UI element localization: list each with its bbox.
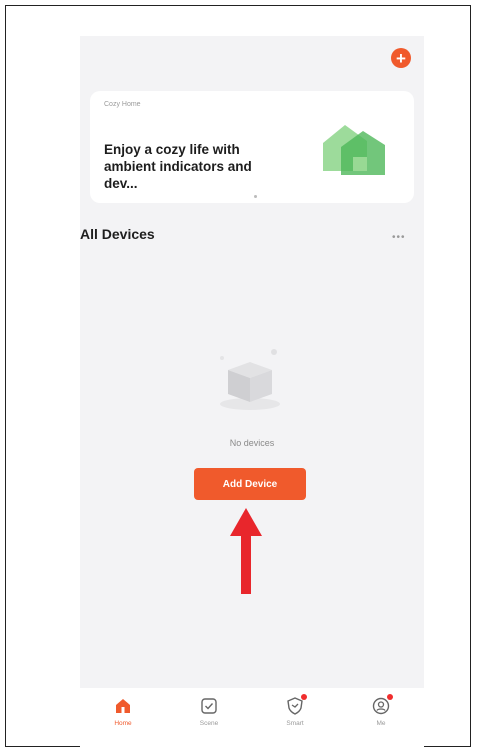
tab-label: Me: [376, 720, 386, 727]
tab-label: Smart: [286, 720, 304, 727]
screenshot-frame: + Cozy Home Enjoy a cozy life with ambie…: [5, 5, 471, 748]
empty-state-text: No devices: [229, 438, 275, 448]
green-house-illustration: [323, 125, 385, 175]
carousel-indicator: [254, 195, 257, 198]
section-title: All Devices: [80, 226, 155, 242]
scene-check-icon: [199, 696, 219, 716]
tab-label: Home: [114, 720, 132, 727]
app-screen: + Cozy Home Enjoy a cozy life with ambie…: [80, 36, 424, 748]
notification-dot: [301, 694, 307, 700]
tab-me[interactable]: Me: [338, 688, 424, 748]
add-icon-button[interactable]: +: [391, 48, 411, 68]
banner-headline: Enjoy a cozy life with ambient indicator…: [104, 142, 252, 191]
profile-icon: [371, 694, 393, 716]
plus-icon: +: [396, 48, 406, 68]
notification-dot: [387, 694, 393, 700]
tab-scene[interactable]: Scene: [166, 688, 252, 748]
banner-label: Cozy Home: [104, 101, 141, 108]
promo-banner[interactable]: Cozy Home Enjoy a cozy life with ambient…: [90, 91, 414, 203]
tab-home[interactable]: Home: [80, 688, 166, 748]
up-arrow-icon: [230, 508, 262, 594]
tab-smart[interactable]: Smart: [252, 688, 338, 748]
home-icon: [113, 696, 133, 716]
add-device-button[interactable]: Add Device: [194, 468, 306, 500]
bottom-tab-bar: Home Scene Smart Me: [80, 688, 424, 748]
tab-label: Scene: [199, 720, 219, 727]
empty-box-illustration: [220, 349, 280, 410]
ellipsis-icon[interactable]: •••: [392, 232, 406, 243]
smart-shield-icon: [285, 694, 307, 716]
